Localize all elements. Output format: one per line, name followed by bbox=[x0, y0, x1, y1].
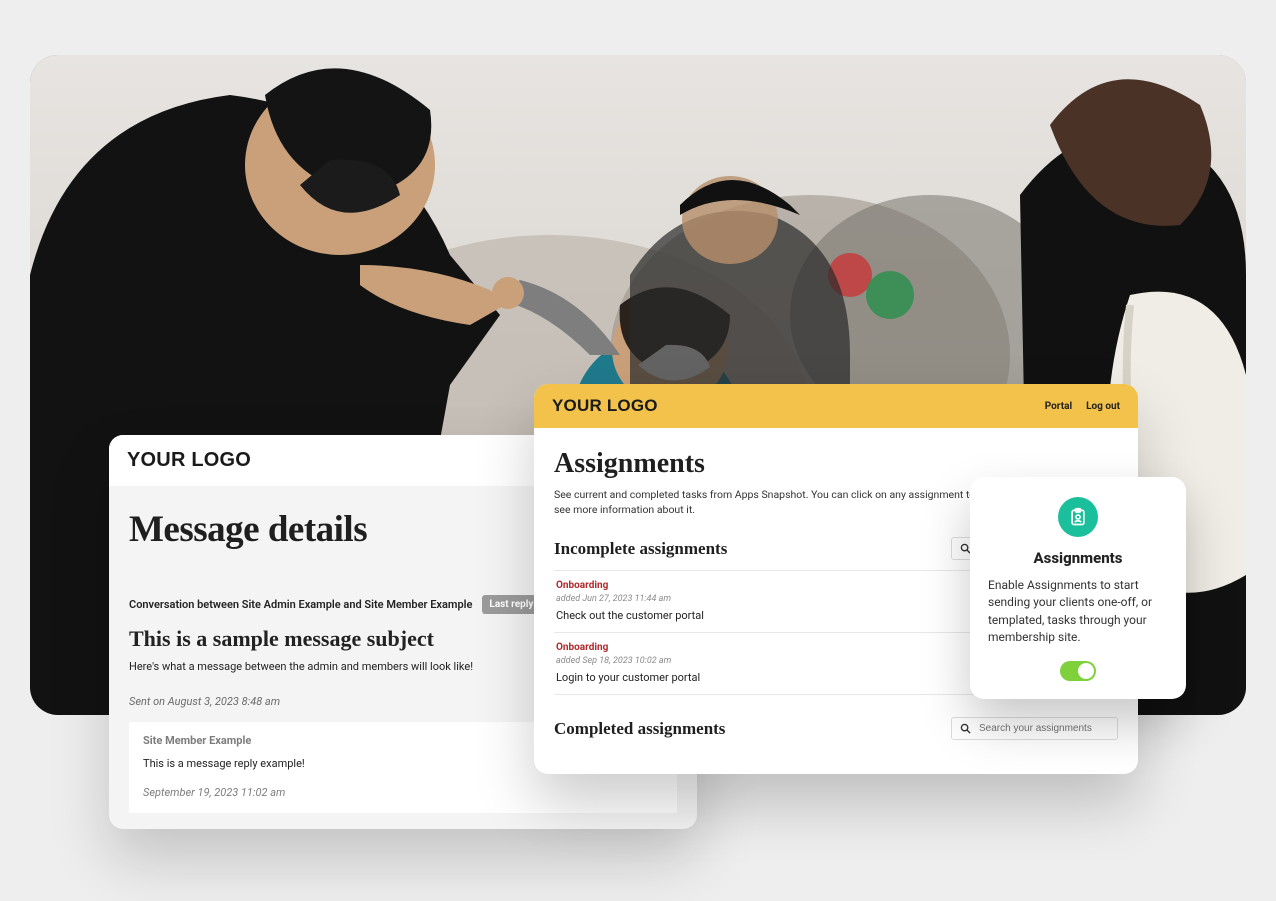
nav-portal[interactable]: Portal bbox=[1045, 401, 1072, 412]
search-input[interactable] bbox=[979, 723, 1109, 734]
popover-title: Assignments bbox=[988, 549, 1168, 567]
assignments-popover: Assignments Enable Assignments to start … bbox=[970, 477, 1186, 699]
popover-body: Enable Assignments to start sending your… bbox=[988, 577, 1168, 647]
nav-logout[interactable]: Log out bbox=[1086, 401, 1120, 412]
enable-toggle[interactable] bbox=[1060, 661, 1096, 681]
logo: YOUR LOGO bbox=[127, 449, 251, 472]
completed-title: Completed assignments bbox=[554, 719, 725, 739]
conversation-label: Conversation between Site Admin Example … bbox=[129, 598, 472, 611]
incomplete-title: Incomplete assignments bbox=[554, 539, 727, 559]
reply-timestamp: September 19, 2023 11:02 am bbox=[143, 786, 663, 799]
search-completed[interactable] bbox=[951, 717, 1118, 740]
logo: YOUR LOGO bbox=[552, 396, 658, 416]
assignments-heading: Assignments bbox=[554, 448, 1118, 480]
search-icon bbox=[960, 723, 971, 734]
assignments-subtitle: See current and completed tasks from App… bbox=[554, 488, 994, 517]
assignments-icon bbox=[1058, 497, 1098, 537]
assignments-card-topbar: YOUR LOGO Portal Log out bbox=[534, 384, 1138, 428]
